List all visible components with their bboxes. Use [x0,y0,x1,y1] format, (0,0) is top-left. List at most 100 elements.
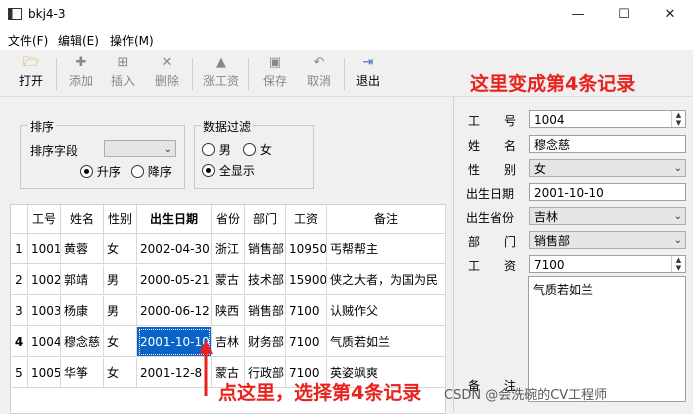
cell-salary[interactable]: 7100 [286,296,327,326]
menu-operate[interactable]: 操作(M) [110,32,154,49]
cell-gender[interactable]: 女 [104,358,137,388]
province-combo[interactable]: 吉林 ⌄ [529,207,686,225]
sort-field-combo[interactable]: ⌄ [104,140,176,157]
column-header-notes[interactable]: 备注 [327,205,446,234]
table-row[interactable]: 2 1002 郭靖男 2000-05-21 蒙古 技术部 15900 侠之大者，为国为民 [11,265,446,295]
filter-all-radio[interactable]: 全显示 [202,162,255,179]
cell-notes[interactable]: 侠之大者，为国为民 [327,265,446,295]
window-title: bkj4-3 [28,7,66,21]
column-header-name[interactable]: 姓名 [61,205,104,234]
raise-salary-button[interactable]: ▲ 涨工资 [198,54,244,94]
row-number[interactable]: 4 [11,327,28,357]
save-icon: ▣ [268,55,282,70]
cell-id[interactable]: 1004 [28,327,61,357]
sort-desc-radio[interactable]: 降序 [131,163,172,180]
chevron-down-icon: ⌄ [163,144,172,155]
folder-open-icon: 🗁 [22,55,40,70]
filter-female-radio[interactable]: 女 [243,141,272,158]
annotation-top: 这里变成第4条记录 [470,73,636,95]
gender-combo[interactable]: 女 ⌄ [529,159,686,177]
cell-salary[interactable]: 10950 [286,234,327,264]
cell-name[interactable]: 穆念慈 [61,327,104,357]
chevron-down-icon: ⌄ [673,235,682,246]
close-button[interactable]: ✕ [647,0,693,30]
birth-field[interactable]: 2001-10-10 [529,183,686,201]
sort-field-label: 排序字段 [30,144,79,158]
row-number[interactable]: 1 [11,234,28,264]
cell-dept[interactable]: 技术部 [245,265,286,295]
dept-label: 部 门 [468,235,517,249]
insert-button[interactable]: ⊞ 插入 [100,54,146,94]
id-spinbox[interactable]: 1004 ▲ ▼ [529,110,686,128]
row-number[interactable]: 3 [11,296,28,326]
filter-male-radio[interactable]: 男 [202,141,231,158]
cell-birth[interactable]: 2000-05-21 [137,265,212,295]
maximize-button[interactable]: ☐ [601,0,647,30]
spin-arrows-icon[interactable]: ▲ ▼ [671,256,685,272]
chevron-down-icon: ⌄ [673,211,682,222]
toolbar-separator [248,58,249,90]
cell-salary[interactable]: 15900 [286,265,327,295]
column-header-birth[interactable]: 出生日期 [137,205,212,234]
column-header-id[interactable]: 工号 [28,205,61,234]
cell-gender[interactable]: 女 [104,327,137,357]
name-field[interactable]: 穆念慈 [529,135,686,153]
cell-gender[interactable]: 女 [104,234,137,264]
column-header-dept[interactable]: 部门 [245,205,286,234]
column-header-salary[interactable]: 工资 [286,205,327,234]
menu-edit[interactable]: 编辑(E) [58,32,99,49]
table-row[interactable]: 4 1004 穆念慈女 2001-10-10 吉林 财务部 7100 气质若如兰 [11,327,446,357]
cell-id[interactable]: 1001 [28,234,61,264]
dept-combo[interactable]: 销售部 ⌄ [529,231,686,249]
cancel-button[interactable]: ↶ 取消 [296,54,342,94]
cell-gender[interactable]: 男 [104,296,137,326]
cell-dept[interactable]: 销售部 [245,296,286,326]
cell-name[interactable]: 郭靖 [61,265,104,295]
open-button[interactable]: 🗁 打开 [8,54,54,94]
cell-name[interactable]: 黄蓉 [61,234,104,264]
cell-province[interactable]: 浙江 [212,234,245,264]
save-button[interactable]: ▣ 保存 [252,54,298,94]
cell-notes[interactable]: 丐帮帮主 [327,234,446,264]
id-label: 工 号 [468,114,517,128]
cell-birth[interactable]: 2002-04-30 [137,234,212,264]
spin-arrows-icon[interactable]: ▲ ▼ [671,111,685,127]
radio-icon [202,164,215,177]
cell-province[interactable]: 蒙古 [212,265,245,295]
gender-label: 性 别 [468,163,517,177]
column-header-gender[interactable]: 性别 [104,205,137,234]
minimize-button[interactable]: — [555,0,601,30]
delete-icon: ✕ [161,55,173,70]
row-number[interactable]: 2 [11,265,28,295]
cell-salary[interactable]: 7100 [286,327,327,357]
row-number[interactable]: 5 [11,358,28,388]
cell-notes[interactable]: 认贼作父 [327,296,446,326]
delete-button[interactable]: ✕ 删除 [144,54,190,94]
cell-province[interactable]: 吉林 [212,327,245,357]
app-icon [8,8,22,20]
cell-id[interactable]: 1002 [28,265,61,295]
cell-province[interactable]: 陕西 [212,296,245,326]
menu-file[interactable]: 文件(F) [8,32,48,49]
cell-birth[interactable]: 2000-06-12 [137,296,212,326]
cell-name[interactable]: 华筝 [61,358,104,388]
sort-asc-radio[interactable]: 升序 [80,163,121,180]
cell-id[interactable]: 1003 [28,296,61,326]
column-header-province[interactable]: 省份 [212,205,245,234]
cell-id[interactable]: 1005 [28,358,61,388]
table-row[interactable]: 1 1001 黄蓉女 2002-04-30 浙江 销售部 10950 丐帮帮主 [11,234,446,264]
cell-dept[interactable]: 销售部 [245,234,286,264]
cell-notes[interactable]: 气质若如兰 [327,327,446,357]
cell-dept[interactable]: 财务部 [245,327,286,357]
undo-icon: ↶ [313,55,325,70]
sort-group-title: 排序 [28,118,57,135]
table-row[interactable]: 3 1003 杨康男 2000-06-12 陕西 销售部 7100 认贼作父 [11,296,446,326]
radio-icon [131,165,144,178]
cell-name[interactable]: 杨康 [61,296,104,326]
exit-button[interactable]: ⇥ 退出 [345,54,391,94]
annotation-bottom: 点这里，选择第4条记录 [218,382,422,404]
plus-icon: ✚ [75,55,87,70]
salary-spinbox[interactable]: 7100 ▲ ▼ [529,255,686,273]
cell-gender[interactable]: 男 [104,265,137,295]
add-button[interactable]: ✚ 添加 [58,54,104,94]
